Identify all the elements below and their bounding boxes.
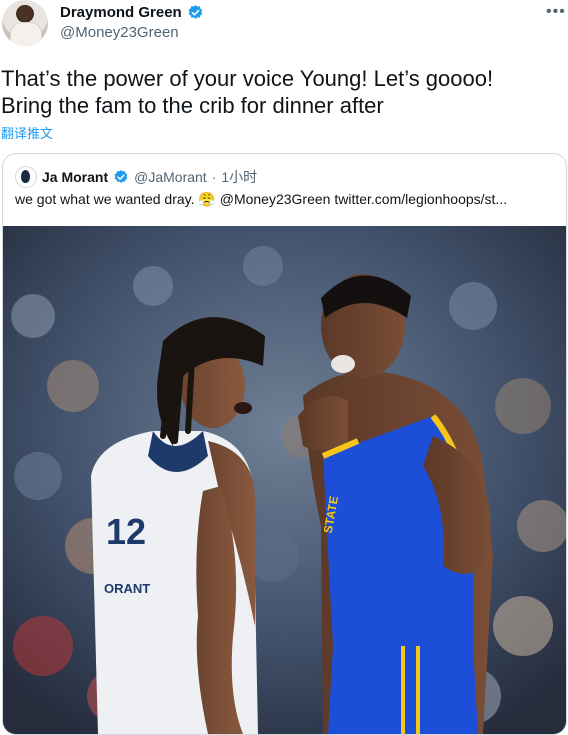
basketball-players-illustration: 12 ORANT STATE	[3, 226, 566, 734]
author-avatar[interactable]	[2, 0, 48, 46]
quoted-tweet-header: Ja Morant @JaMorant · 1小时	[15, 166, 257, 188]
tweet-text-line-1: That’s the power of your voice Young! Le…	[1, 66, 494, 91]
quoted-tweet-text: we got what we wanted dray. 😤 @Money23Gr…	[15, 191, 560, 208]
avatar-body	[10, 22, 42, 46]
quoted-tweet[interactable]: Ja Morant @JaMorant · 1小时 we got what we…	[2, 153, 567, 735]
more-horizontal-icon: •••	[546, 3, 566, 20]
quoted-url-link[interactable]: twitter.com/legionhoops/st...	[334, 191, 507, 207]
quoted-avatar-figure	[21, 170, 30, 183]
translate-tweet-link[interactable]: 翻译推文	[1, 123, 53, 142]
verified-badge-icon	[188, 5, 203, 19]
quoted-tweet-photo[interactable]: 12 ORANT STATE	[3, 226, 566, 734]
quoted-text-body: we got what we wanted dray.	[15, 191, 195, 207]
face-with-steam-emoji: 😤	[198, 191, 216, 207]
jersey-name: ORANT	[104, 581, 150, 596]
tweet-header: Draymond Green @Money23Green •••	[0, 0, 568, 56]
avatar-face	[18, 5, 32, 21]
quoted-mention-link[interactable]: @Money23Green	[220, 191, 331, 207]
quoted-author-handle[interactable]: @JaMorant	[134, 169, 207, 185]
author-handle[interactable]: @Money23Green	[60, 24, 179, 41]
tweet-text: That’s the power of your voice Young! Le…	[1, 65, 561, 119]
jersey-number: 12	[106, 511, 146, 552]
author-name-row: Draymond Green	[60, 4, 204, 21]
quoted-separator: ·	[211, 169, 217, 185]
tweet-text-line-2: Bring the fam to the crib for dinner aft…	[1, 93, 384, 118]
quoted-verified-badge-icon	[114, 170, 128, 183]
quoted-author-avatar[interactable]	[15, 166, 37, 188]
author-display-name[interactable]: Draymond Green	[60, 4, 182, 21]
more-options-button[interactable]: •••	[546, 3, 566, 21]
quoted-timestamp[interactable]: 1小时	[221, 167, 257, 187]
quoted-author-display-name[interactable]: Ja Morant	[42, 169, 108, 185]
